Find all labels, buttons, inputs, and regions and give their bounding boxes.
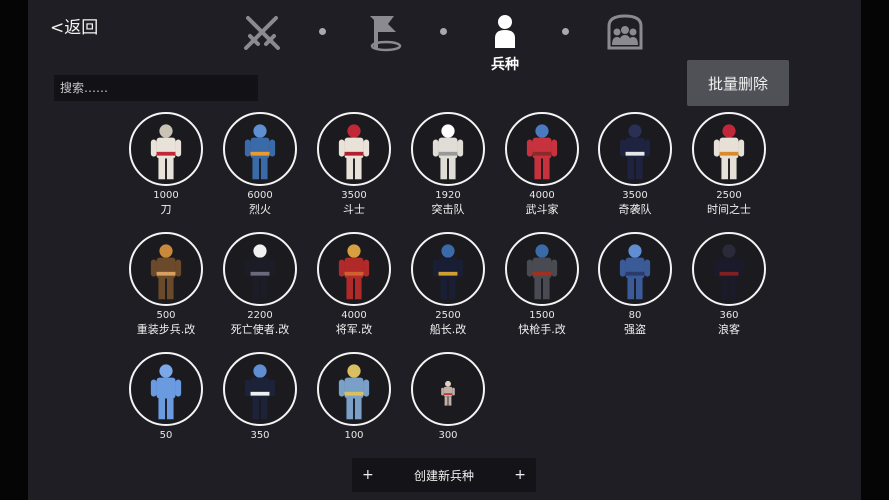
unit-card[interactable]: 300 (398, 352, 498, 443)
unit-name: 烈火 (249, 203, 271, 216)
unit-cost: 500 (156, 310, 176, 321)
unit-card[interactable]: 1920 突击队 (398, 112, 498, 217)
nav-dot (562, 28, 569, 35)
unit-name: 浪客 (718, 323, 740, 336)
unit-card[interactable]: 1000 刀 (116, 112, 216, 217)
unit-card[interactable]: 6000 烈火 (210, 112, 310, 217)
unit-selection-screen: <返回 兵种 搜索…… 批量删除 1000 刀 6000 烈火 3500 斗士 … (28, 0, 861, 500)
unit-card[interactable]: 80 强盗 (585, 232, 685, 337)
white-red-icon (129, 112, 203, 186)
person-icon[interactable] (485, 12, 525, 52)
unit-name: 船长.改 (429, 323, 467, 336)
dark-captain-icon (411, 232, 485, 306)
unit-cost: 80 (628, 310, 642, 321)
unit-card[interactable]: 3500 斗士 (304, 112, 404, 217)
unit-card[interactable]: 360 浪客 (679, 232, 779, 337)
unit-card[interactable]: 50 (116, 352, 216, 443)
unit-name: 斗士 (343, 203, 365, 216)
unit-cost: 1500 (529, 310, 555, 321)
unit-cost: 3500 (622, 190, 648, 201)
unit-cost: 100 (344, 430, 364, 441)
letterbox-right (861, 0, 889, 500)
dark-reaper-icon (223, 232, 297, 306)
dark-wanderer-icon (692, 232, 766, 306)
plus-icon: + (514, 467, 526, 483)
unit-cost: 4000 (529, 190, 555, 201)
unit-cost: 350 (250, 430, 270, 441)
unit-name: 强盗 (624, 323, 646, 336)
shield-spear-icon (129, 232, 203, 306)
white-hat-icon (411, 112, 485, 186)
unit-card[interactable]: 2200 死亡使者.改 (210, 232, 310, 337)
unit-card[interactable]: 350 (210, 352, 310, 443)
dark-ninja-icon (598, 112, 672, 186)
unit-cost: 50 (159, 430, 173, 441)
bulk-delete-button[interactable]: 批量删除 (687, 60, 789, 106)
red-fighter-icon (505, 112, 579, 186)
dark-suit-icon (223, 352, 297, 426)
create-unit-label: 创建新兵种 (413, 468, 474, 483)
unit-cost: 300 (438, 430, 458, 441)
unit-card[interactable]: 2500 时间之士 (679, 112, 779, 217)
search-input[interactable] (54, 75, 258, 101)
unit-card[interactable]: 500 重装步兵.改 (116, 232, 216, 337)
unit-card[interactable]: 4000 武斗家 (492, 112, 592, 217)
nav-dot (319, 28, 326, 35)
unit-cost: 1920 (435, 190, 461, 201)
unit-name: 时间之士 (707, 203, 751, 216)
crowd-icon[interactable] (605, 12, 645, 52)
unit-name: 奇袭队 (618, 203, 652, 216)
unit-card[interactable]: 100 (304, 352, 404, 443)
unit-cost: 2500 (716, 190, 742, 201)
nav-dot (440, 28, 447, 35)
white-red-orange-icon (692, 112, 766, 186)
unit-name: 武斗家 (525, 203, 559, 216)
unit-cost: 2200 (247, 310, 273, 321)
unit-name: 将军.改 (335, 323, 373, 336)
unit-cost: 2500 (435, 310, 461, 321)
gunslinger-icon (505, 232, 579, 306)
unit-name: 快枪手.改 (518, 323, 566, 336)
unit-name: 重装步兵.改 (136, 323, 196, 336)
crossed-swords-icon[interactable] (242, 12, 282, 52)
unit-name: 突击队 (431, 203, 465, 216)
unit-cost: 3500 (341, 190, 367, 201)
blue-fire-icon (223, 112, 297, 186)
unit-cost: 6000 (247, 190, 273, 201)
unit-name: 刀 (160, 203, 172, 216)
unit-cost: 360 (719, 310, 739, 321)
white-red-horn-icon (317, 112, 391, 186)
flag-icon[interactable] (364, 12, 404, 52)
red-general-icon (317, 232, 391, 306)
small-yellow-icon (317, 352, 391, 426)
tiny-figure-icon (411, 352, 485, 426)
unit-card[interactable]: 2500 船长.改 (398, 232, 498, 337)
create-unit-button[interactable]: + 创建新兵种 + (352, 458, 536, 492)
blue-plain-icon (129, 352, 203, 426)
blue-bandit-icon (598, 232, 672, 306)
active-tab-label: 兵种 (491, 57, 519, 73)
unit-name: 死亡使者.改 (230, 323, 290, 336)
unit-card[interactable]: 3500 奇袭队 (585, 112, 685, 217)
unit-card[interactable]: 1500 快枪手.改 (492, 232, 592, 337)
unit-cost: 1000 (153, 190, 179, 201)
unit-card[interactable]: 4000 将军.改 (304, 232, 404, 337)
unit-cost: 4000 (341, 310, 367, 321)
plus-icon: + (362, 467, 374, 483)
letterbox-left (0, 0, 28, 500)
